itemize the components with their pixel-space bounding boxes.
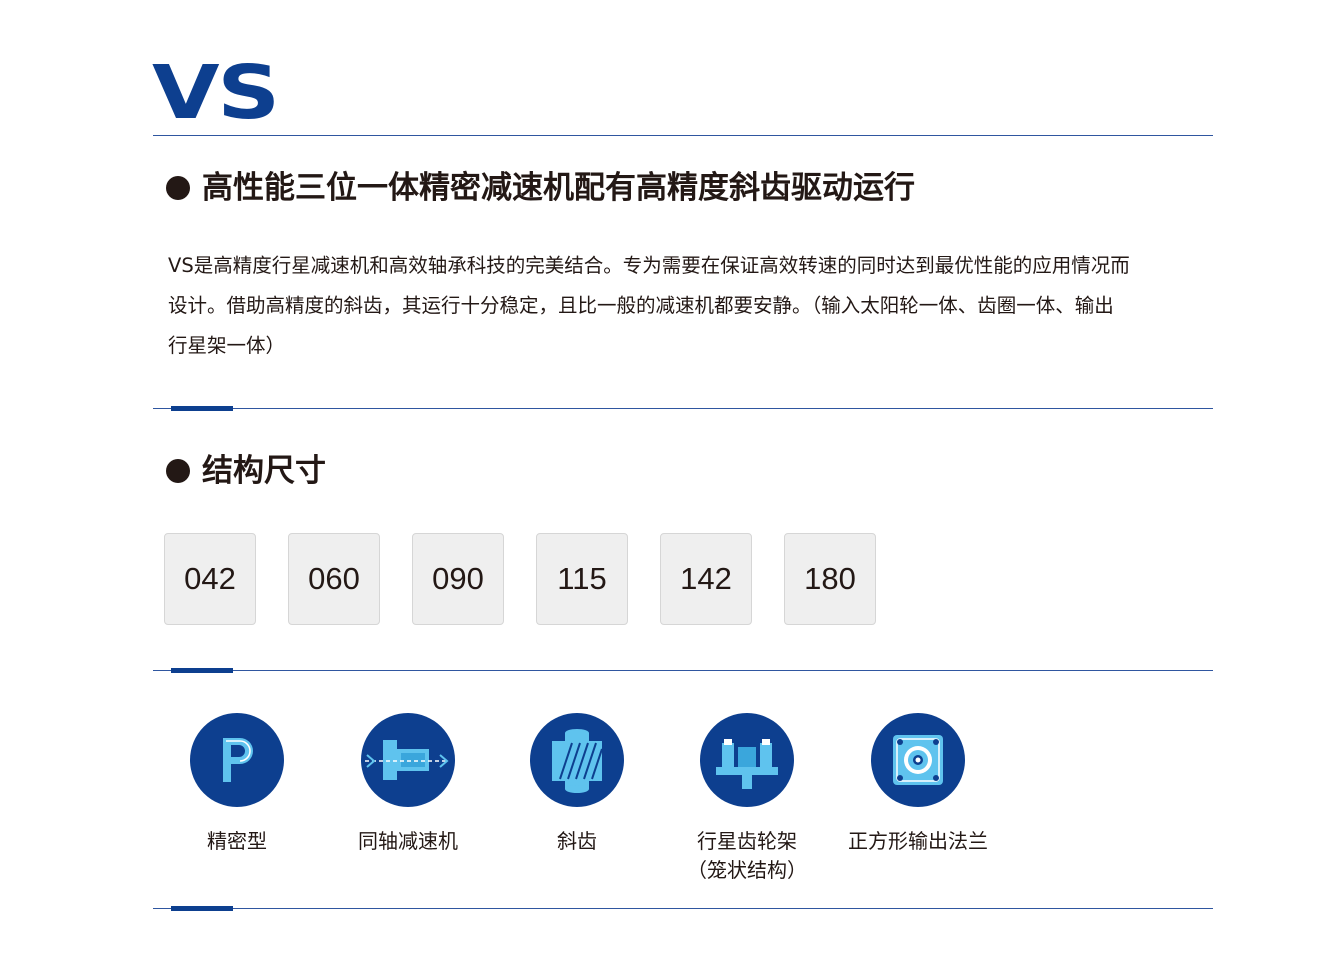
feature-list: 精密型 同轴减速机 斜齿 行星齿轮架 （笼状结构） 正方形输出法兰	[0, 713, 1333, 893]
section-heading-performance: 高性能三位一体精密减速机配有高精度斜齿驱动运行	[166, 168, 915, 208]
feature-label-line: 精密型	[207, 829, 267, 853]
size-tab-090[interactable]: 090	[412, 533, 504, 625]
feature-label: 正方形输出法兰	[818, 827, 1018, 856]
size-tab-115[interactable]: 115	[536, 533, 628, 625]
helical-gear-icon	[530, 713, 624, 807]
description-line: VS是高精度行星减速机和高效轴承科技的完美结合。专为需要在保证高效转速的同时达到…	[168, 254, 1130, 277]
section-title: 高性能三位一体精密减速机配有高精度斜齿驱动运行	[202, 170, 915, 206]
feature-item: 行星齿轮架 （笼状结构）	[647, 713, 847, 885]
feature-label-line: （笼状结构）	[687, 858, 807, 882]
feature-label-line: 行星齿轮架	[697, 829, 797, 853]
feature-item: 正方形输出法兰	[818, 713, 1018, 856]
planet-carrier-icon	[700, 713, 794, 807]
size-selector: 042 060 090 115 142 180	[164, 533, 908, 625]
feature-item: 精密型	[137, 713, 337, 856]
brand-logo: VS	[152, 50, 280, 136]
feature-label: 精密型	[137, 827, 337, 856]
description-line: 设计。借助高精度的斜齿，其运行十分稳定，且比一般的减速机都要安静。（输入太阳轮一…	[168, 294, 1114, 317]
divider	[153, 135, 1213, 136]
description-line: 行星架一体）	[168, 334, 286, 357]
precision-p-icon	[190, 713, 284, 807]
divider	[153, 908, 1213, 909]
divider	[153, 408, 1213, 409]
divider-accent	[171, 406, 233, 411]
bullet-dot	[166, 176, 190, 200]
coaxial-shaft-icon	[361, 713, 455, 807]
size-tab-142[interactable]: 142	[660, 533, 752, 625]
square-flange-icon	[871, 713, 965, 807]
section-heading-sizes: 结构尺寸	[166, 451, 326, 491]
feature-label: 行星齿轮架 （笼状结构）	[647, 827, 847, 885]
product-description: VS是高精度行星减速机和高效轴承科技的完美结合。专为需要在保证高效转速的同时达到…	[168, 246, 1208, 366]
divider	[153, 670, 1213, 671]
size-tab-042[interactable]: 042	[164, 533, 256, 625]
size-tab-060[interactable]: 060	[288, 533, 380, 625]
feature-label-line: 正方形输出法兰	[848, 829, 988, 853]
divider-accent	[171, 906, 233, 911]
bullet-dot	[166, 459, 190, 483]
size-tab-180[interactable]: 180	[784, 533, 876, 625]
section-title: 结构尺寸	[202, 453, 326, 489]
divider-accent	[171, 668, 233, 673]
